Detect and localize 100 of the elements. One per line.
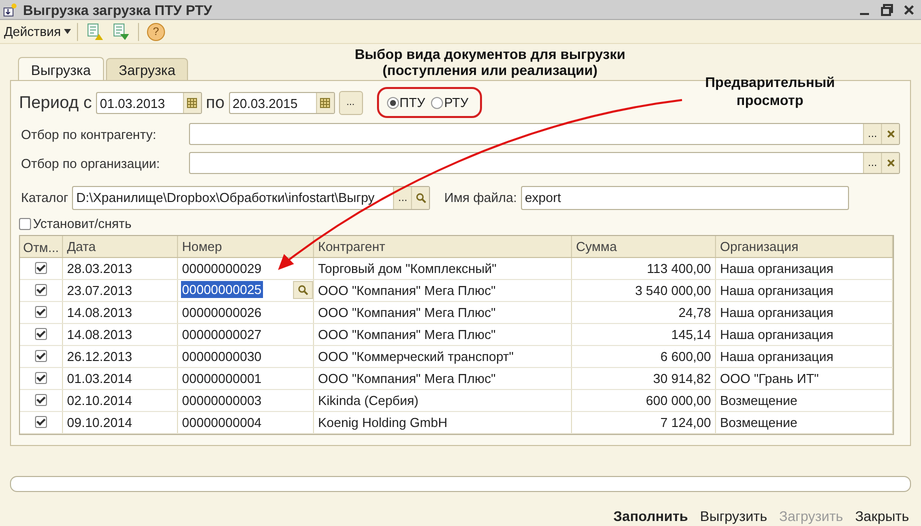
window-title: Выгрузка загрузка ПТУ РТУ [23,2,214,18]
period-button[interactable]: ... [338,90,363,114]
table-cell: 3 540 000,00 [572,280,716,301]
table-cell: 14.08.2013 [63,324,178,345]
clear-button[interactable] [881,153,899,174]
search-button[interactable] [293,281,313,299]
table-cell: 28.03.2013 [63,258,178,279]
caret-icon [64,29,71,34]
date-field[interactable]: 20.03.2015 [228,92,335,114]
radio-button[interactable] [431,96,444,108]
table-cell: Торговый дом "Комплексный" [314,258,572,279]
period-label: Период с [19,92,92,112]
table-cell: ООО "Компания" Мега Плюс" [314,324,572,345]
table-cell: 02.10.2014 [63,390,178,411]
radio-label: ПТУ [400,95,426,110]
table-cell: 600 000,00 [572,390,716,411]
table-cell: Возмещение [716,412,893,433]
clear-button[interactable] [881,124,899,144]
table-cell: 24,78 [572,302,716,323]
calendar-icon [187,98,198,108]
calendar-icon [320,98,330,108]
table-cell: 00000000004 [178,412,314,433]
table-cell: 00000000027 [178,324,314,345]
browse-button[interactable]: ... [393,186,412,209]
checkbox[interactable] [35,350,47,362]
select-button[interactable]: ... [863,124,881,144]
search-icon [298,285,308,295]
checkbox[interactable] [35,416,47,428]
table-cell: 6 600,00 [572,346,716,367]
table-cell: ООО "Коммерческий транспорт" [314,346,572,367]
period-label: по [206,92,225,112]
action-button[interactable]: Выгрузить [698,508,770,524]
tab[interactable]: Выгрузка [18,57,104,81]
catalog-label: Каталог [20,190,68,206]
column-header[interactable]: Организация [716,236,893,257]
table-cell: 145,14 [572,324,716,345]
search-button[interactable] [411,186,430,209]
checkbox[interactable] [35,372,47,384]
radio-label: РТУ [444,95,468,110]
table-cell: Наша организация [716,302,893,323]
column-header[interactable]: Отм... [20,236,63,257]
table-cell: ООО "Компания" Мега Плюс" [314,280,572,301]
window-icon [3,2,17,16]
restore-icon[interactable] [881,4,893,16]
table-cell: 14.08.2013 [63,302,178,323]
table-cell: 113 400,00 [572,258,716,279]
action-button[interactable]: Заполнить [611,508,690,524]
checkbox[interactable] [35,262,47,274]
actions-menu[interactable]: Действия [4,24,71,39]
table-cell: 00000000026 [178,302,314,323]
table-cell: 00000000003 [178,390,314,411]
filter-field[interactable]: ... [189,152,900,174]
table-cell: 30 914,82 [572,368,716,389]
column-header[interactable]: Сумма [572,236,716,257]
table-cell[interactable]: 00000000025 [181,281,263,298]
table-cell: 26.12.2013 [63,346,178,367]
help-button[interactable]: ? [146,22,165,40]
checkbox-label: Установит/снять [33,216,132,231]
close-icon[interactable] [903,4,915,16]
table-cell: ООО "Компания" Мега Плюс" [314,302,572,323]
checkbox[interactable] [35,306,47,318]
table-cell: 7 124,00 [572,412,716,433]
close-icon [886,159,894,168]
table-cell: Наша организация [716,324,893,345]
filter-label: Отбор по организации: [20,156,161,171]
column-header[interactable]: Дата [63,236,178,257]
annotation-text: Предварительный просмотр [704,73,836,109]
table-cell: Возмещение [716,390,893,411]
table-cell: Наша организация [716,346,893,367]
checkbox[interactable] [35,284,47,296]
checkbox[interactable] [19,218,31,230]
calendar-button[interactable] [316,92,334,112]
table-cell: ООО "Грань ИТ" [716,368,893,389]
tab[interactable]: Загрузка [106,58,188,80]
select-button[interactable]: ... [863,153,881,174]
radio-button[interactable] [386,96,399,108]
action-button[interactable]: Закрыть [853,508,911,524]
table-cell: ООО "Компания" Мега Плюс" [314,368,572,389]
table-cell: Koenig Holding GmbH [314,412,572,433]
column-header[interactable]: Контрагент [314,236,572,257]
table-cell: Наша организация [716,280,893,301]
catalog-field[interactable]: D:\Хранилище\Dropbox\Обработки\infostart\Выгру ... [72,186,430,210]
table-cell: 09.10.2014 [63,412,178,433]
table-cell: Наша организация [716,258,893,279]
table-cell: Kikinda (Сербия) [314,390,572,411]
table-cell: 01.03.2014 [63,368,178,389]
checkbox[interactable] [35,394,47,406]
date-field[interactable]: 01.03.2013 [96,92,202,114]
file-name-label: Имя файла: [444,190,517,206]
checkbox[interactable] [35,328,47,340]
table-cell: 00000000030 [178,346,314,367]
search-icon [416,192,426,203]
filter-label: Отбор по контрагенту: [20,126,158,142]
annotation-text: Выбор вида документов для выгрузки (поступления или реализации) [354,46,626,78]
filter-field[interactable]: ... [189,123,900,146]
table-cell: 23.07.2013 [63,280,178,301]
file-name-field[interactable]: export [520,186,849,210]
calendar-button[interactable] [182,92,201,112]
table-cell: 00000000001 [178,368,314,389]
close-icon [886,130,894,138]
